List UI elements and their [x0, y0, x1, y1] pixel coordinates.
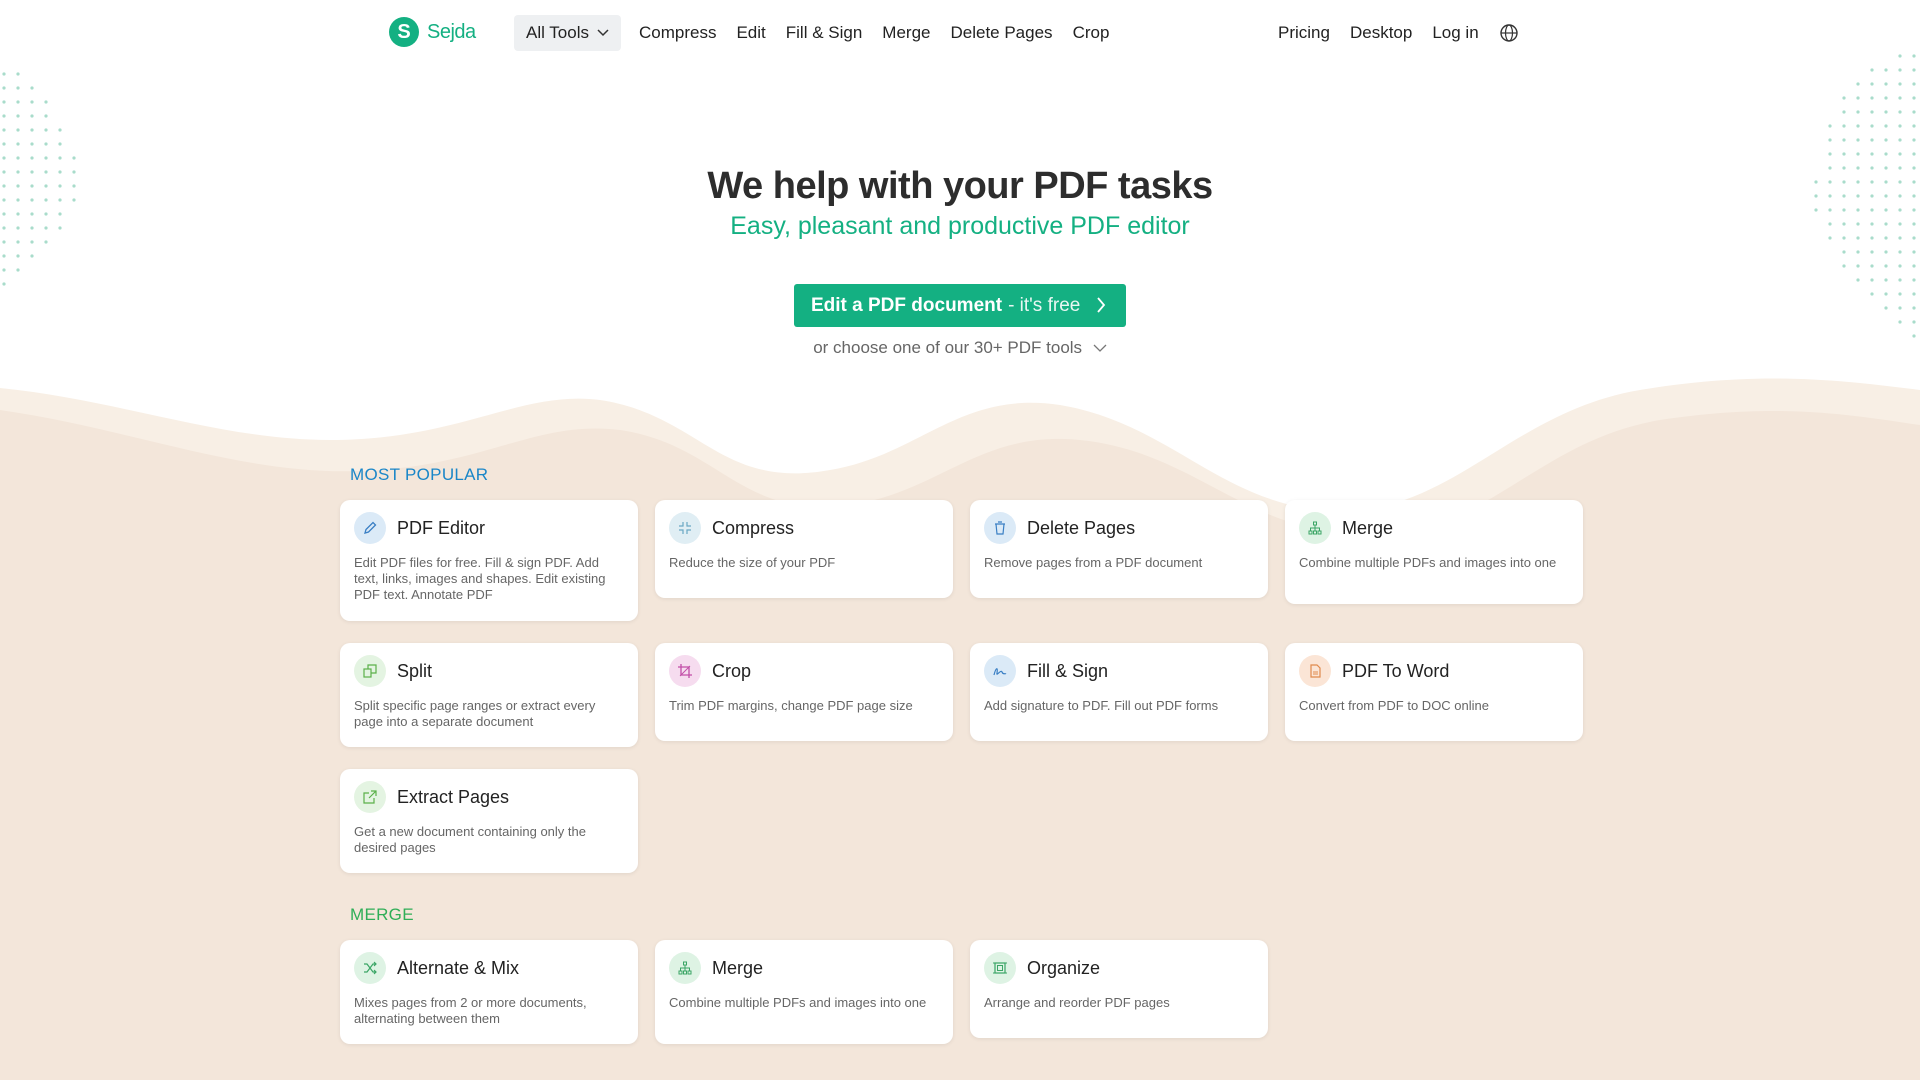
document-icon — [1299, 655, 1331, 687]
wave-background — [0, 378, 1920, 1080]
top-nav: S Sejda All Tools Compress Edit Fill & S… — [0, 0, 1920, 64]
choose-tools-label: or choose one of our 30+ PDF tools — [813, 338, 1083, 357]
tool-card-split[interactable]: Split Split specific page ranges or extr… — [340, 643, 638, 747]
card-description: Convert from PDF to DOC online — [1299, 698, 1490, 713]
all-tools-dropdown[interactable]: All Tools — [514, 15, 621, 51]
nav-edit[interactable]: Edit — [726, 15, 775, 51]
tool-card-pdf-to-word[interactable]: PDF To Word Convert from PDF to DOC onli… — [1285, 643, 1583, 741]
card-title: PDF Editor — [397, 517, 486, 538]
merge-icon — [1299, 512, 1331, 544]
split-icon — [354, 655, 386, 687]
card-description: Mixes pages from 2 or more documents, al… — [354, 995, 587, 1026]
logo-mark-icon: S — [389, 17, 419, 47]
tool-card-merge-2[interactable]: Merge Combine multiple PDFs and images i… — [655, 940, 953, 1044]
card-title: Crop — [712, 660, 752, 681]
tool-card-fill-sign[interactable]: Fill & Sign Add signature to PDF. Fill o… — [970, 643, 1268, 741]
tool-card-compress[interactable]: Compress Reduce the size of your PDF — [655, 500, 953, 598]
nav-delete-pages[interactable]: Delete Pages — [940, 15, 1062, 51]
shuffle-icon — [354, 952, 386, 984]
section-title-most-popular: MOST POPULAR — [350, 465, 489, 484]
signature-icon — [984, 655, 1016, 687]
tool-card-organize[interactable]: Organize Arrange and reorder PDF pages — [970, 940, 1268, 1038]
cta-suffix-label: - it's free — [1008, 294, 1081, 316]
card-title: Delete Pages — [1027, 517, 1136, 538]
card-description: Remove pages from a PDF document — [984, 555, 1203, 570]
all-tools-label: All Tools — [526, 23, 589, 42]
card-description: Split specific page ranges or extract ev… — [354, 698, 596, 729]
chevron-right-icon — [1097, 297, 1106, 313]
nav-merge[interactable]: Merge — [872, 15, 940, 51]
tool-card-pdf-editor[interactable]: PDF Editor Edit PDF files for free. Fill… — [340, 500, 638, 621]
card-description: Combine multiple PDFs and images into on… — [669, 995, 927, 1010]
card-title: Merge — [712, 957, 764, 978]
hero-title: We help with your PDF tasks — [707, 165, 1213, 207]
main-nav: All Tools Compress Edit Fill & Sign Merg… — [514, 15, 1119, 51]
card-description: Edit PDF files for free. Fill & sign PDF… — [354, 555, 606, 602]
card-description: Add signature to PDF. Fill out PDF forms — [984, 698, 1219, 713]
choose-tools-link[interactable]: or choose one of our 30+ PDF tools — [0, 338, 1920, 358]
tool-card-alternate-mix[interactable]: Alternate & Mix Mixes pages from 2 or mo… — [340, 940, 638, 1044]
crop-icon — [669, 655, 701, 687]
card-title: Fill & Sign — [1027, 660, 1109, 681]
cta-main-label: Edit a PDF document — [811, 294, 1003, 316]
card-description: Combine multiple PDFs and images into on… — [1299, 555, 1557, 570]
compress-icon — [669, 512, 701, 544]
card-title: Organize — [1027, 957, 1101, 978]
chevron-down-icon — [597, 29, 609, 37]
card-title: Alternate & Mix — [397, 957, 520, 978]
tool-card-delete-pages[interactable]: Delete Pages Remove pages from a PDF doc… — [970, 500, 1268, 598]
nav-desktop[interactable]: Desktop — [1340, 15, 1422, 51]
nav-compress[interactable]: Compress — [629, 15, 726, 51]
pencil-icon — [354, 512, 386, 544]
card-description: Trim PDF margins, change PDF page size — [669, 698, 913, 713]
card-description: Reduce the size of your PDF — [669, 555, 836, 570]
hero-subtitle: Easy, pleasant and productive PDF editor — [730, 212, 1190, 240]
right-nav: Pricing Desktop Log in — [1268, 15, 1519, 51]
card-description: Arrange and reorder PDF pages — [984, 995, 1170, 1010]
card-title: Compress — [712, 517, 795, 538]
nav-fill-sign[interactable]: Fill & Sign — [776, 15, 873, 51]
tool-card-merge[interactable]: Merge Combine multiple PDFs and images i… — [1285, 500, 1583, 604]
section-title-merge: MERGE — [350, 905, 414, 924]
tool-card-extract-pages[interactable]: Extract Pages Get a new document contain… — [340, 769, 638, 873]
edit-pdf-button[interactable]: Edit a PDF document - it's free — [794, 284, 1126, 327]
logo-text: Sejda — [427, 20, 476, 43]
card-title: Extract Pages — [397, 786, 510, 807]
tool-card-crop[interactable]: Crop Trim PDF margins, change PDF page s… — [655, 643, 953, 741]
organize-icon — [984, 952, 1016, 984]
chevron-down-icon — [1093, 344, 1107, 352]
card-description: Get a new document containing only the d… — [354, 824, 586, 855]
merge-icon — [669, 952, 701, 984]
nav-pricing[interactable]: Pricing — [1268, 15, 1340, 51]
sejda-logo[interactable]: S Sejda — [389, 17, 476, 47]
nav-login[interactable]: Log in — [1422, 15, 1488, 51]
card-title: PDF To Word — [1342, 660, 1450, 681]
nav-crop[interactable]: Crop — [1063, 15, 1120, 51]
card-title: Merge — [1342, 517, 1394, 538]
globe-icon[interactable] — [1499, 23, 1519, 43]
card-title: Split — [397, 660, 433, 681]
trash-icon — [984, 512, 1016, 544]
external-link-icon — [354, 781, 386, 813]
